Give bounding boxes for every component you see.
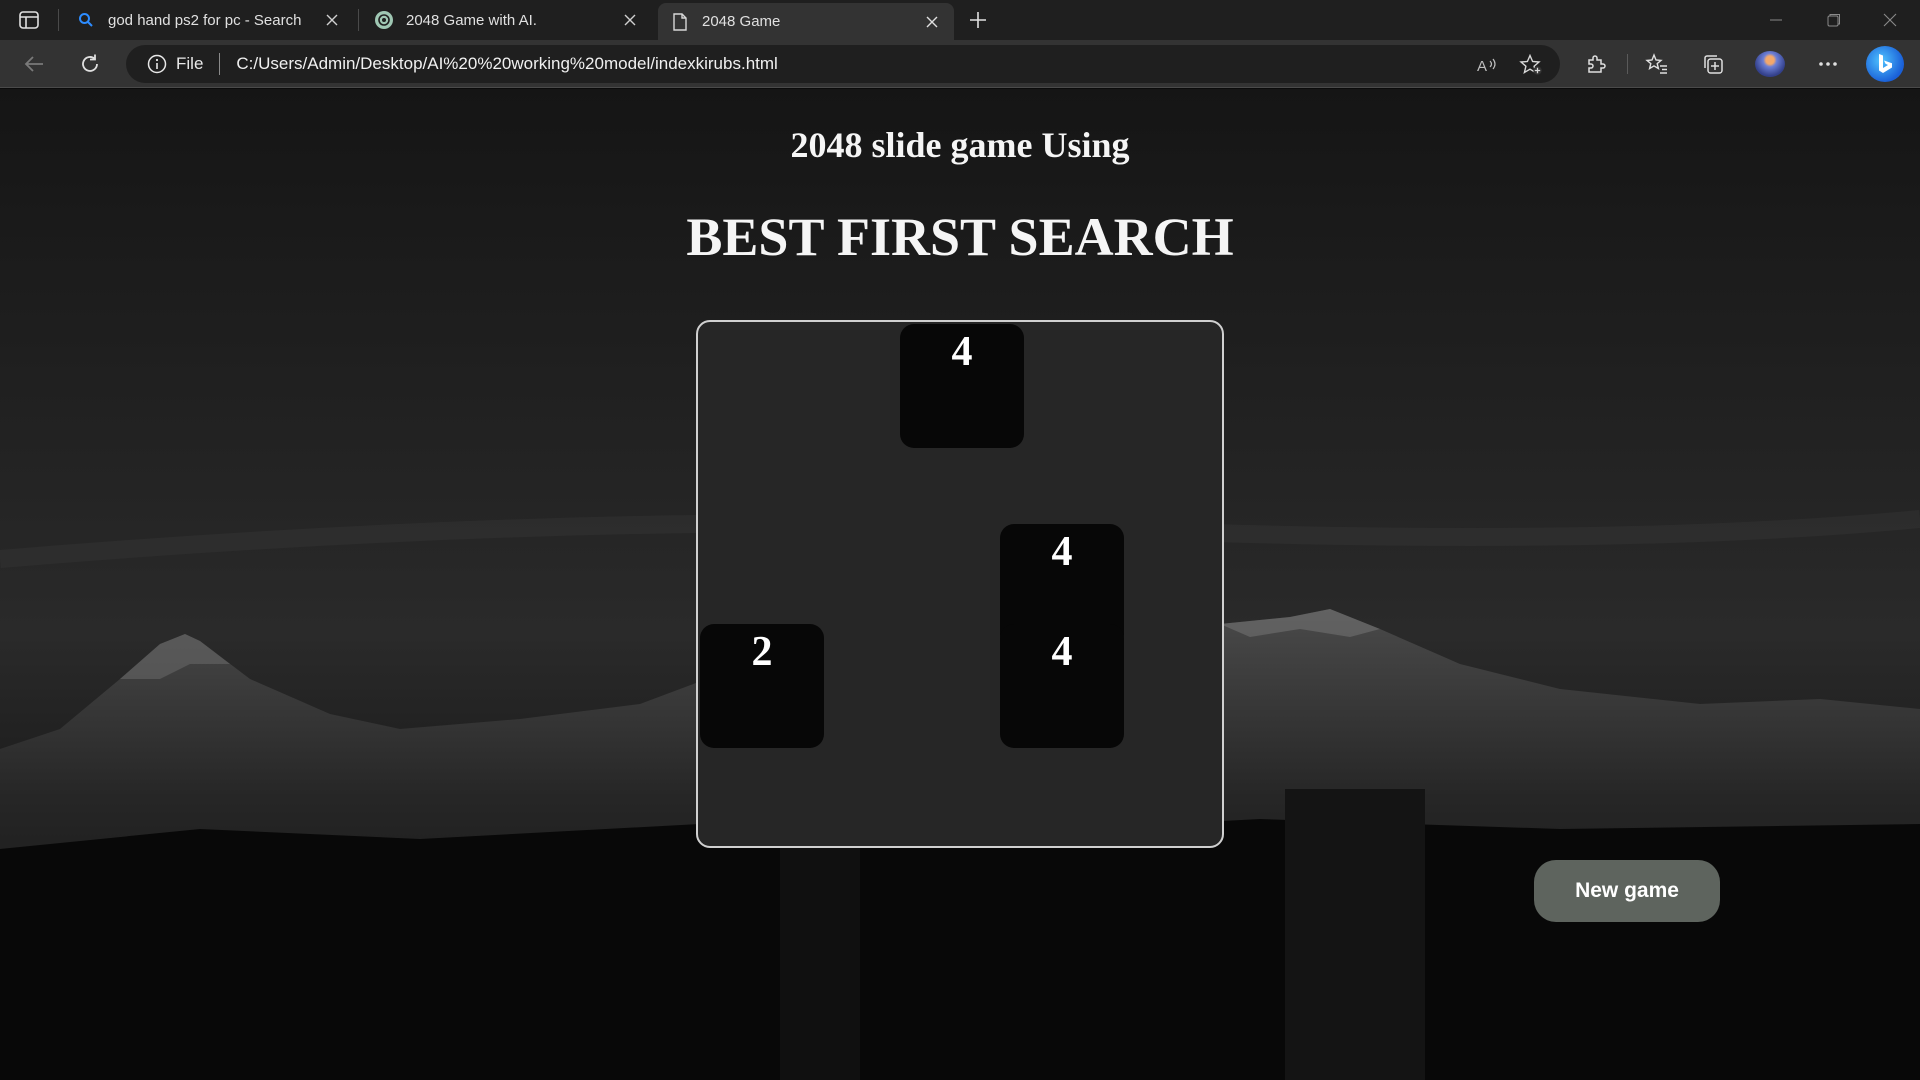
extensions-button[interactable] xyxy=(1580,48,1612,80)
restore-icon xyxy=(1827,14,1840,27)
tab-title: god hand ps2 for pc - Search xyxy=(108,11,302,29)
new-game-button[interactable]: New game xyxy=(1534,860,1720,922)
address-divider xyxy=(219,53,221,75)
page-viewport: 2048 slide game Using BEST FIRST SEARCH … xyxy=(0,89,1920,1080)
close-icon[interactable] xyxy=(322,10,342,30)
game-tile: 2 xyxy=(700,624,824,748)
svg-text:A: A xyxy=(1477,58,1487,75)
add-favorite-icon[interactable] xyxy=(1518,52,1544,78)
search-icon xyxy=(76,10,96,30)
close-window-button[interactable] xyxy=(1870,6,1910,34)
new-tab-button[interactable] xyxy=(964,6,992,34)
toolbar-divider xyxy=(1627,54,1628,74)
collections-button[interactable] xyxy=(1697,48,1729,80)
game-tile: 4 xyxy=(1000,624,1124,748)
restore-button[interactable] xyxy=(1814,6,1854,34)
tab-bar: god hand ps2 for pc - Search 2048 Game w… xyxy=(0,0,1920,40)
close-icon xyxy=(1883,13,1897,27)
game-board[interactable]: 4424 xyxy=(696,320,1224,848)
sidebar-icon xyxy=(19,11,39,29)
page-subtitle: 2048 slide game Using xyxy=(790,125,1130,165)
bing-icon xyxy=(1879,54,1892,73)
tab-2048-game[interactable]: 2048 Game xyxy=(658,3,954,40)
url-text[interactable]: C:/Users/Admin/Desktop/AI%20%20working%2… xyxy=(236,54,777,74)
favorites-icon xyxy=(1645,53,1667,74)
plus-icon xyxy=(970,12,986,28)
close-icon[interactable] xyxy=(620,10,640,30)
address-bar[interactable]: File C:/Users/Admin/Desktop/AI%20%20work… xyxy=(126,45,1560,83)
back-button[interactable] xyxy=(18,48,50,80)
tab-title: 2048 Game with AI. xyxy=(406,11,537,29)
page-title: BEST FIRST SEARCH xyxy=(686,207,1234,267)
page-icon xyxy=(670,12,690,32)
arrow-left-icon xyxy=(24,56,43,72)
game-tile: 4 xyxy=(900,324,1024,448)
bing-copilot-button[interactable] xyxy=(1866,46,1904,82)
tab-actions-button[interactable] xyxy=(16,8,42,32)
close-icon[interactable] xyxy=(922,12,942,32)
settings-more-button[interactable] xyxy=(1812,48,1844,80)
refresh-icon xyxy=(82,54,98,72)
info-icon[interactable] xyxy=(146,53,168,75)
profile-avatar[interactable] xyxy=(1755,51,1785,77)
tab-divider xyxy=(58,9,59,31)
tab-search[interactable]: god hand ps2 for pc - Search xyxy=(64,4,354,36)
collections-icon xyxy=(1704,55,1723,74)
puzzle-icon xyxy=(1588,55,1606,73)
minimize-button[interactable] xyxy=(1756,6,1796,34)
chatgpt-icon xyxy=(374,10,394,30)
favorites-button[interactable] xyxy=(1641,48,1673,80)
read-aloud-icon[interactable]: A xyxy=(1474,52,1500,78)
navigation-toolbar: File C:/Users/Admin/Desktop/AI%20%20work… xyxy=(0,40,1920,88)
tab-chatgpt[interactable]: 2048 Game with AI. xyxy=(362,4,652,36)
scheme-label: File xyxy=(176,54,204,73)
minimize-icon xyxy=(1770,19,1782,21)
tab-title: 2048 Game xyxy=(702,13,781,30)
refresh-button[interactable] xyxy=(74,48,106,80)
more-icon xyxy=(1819,62,1837,66)
tab-divider xyxy=(358,9,359,31)
